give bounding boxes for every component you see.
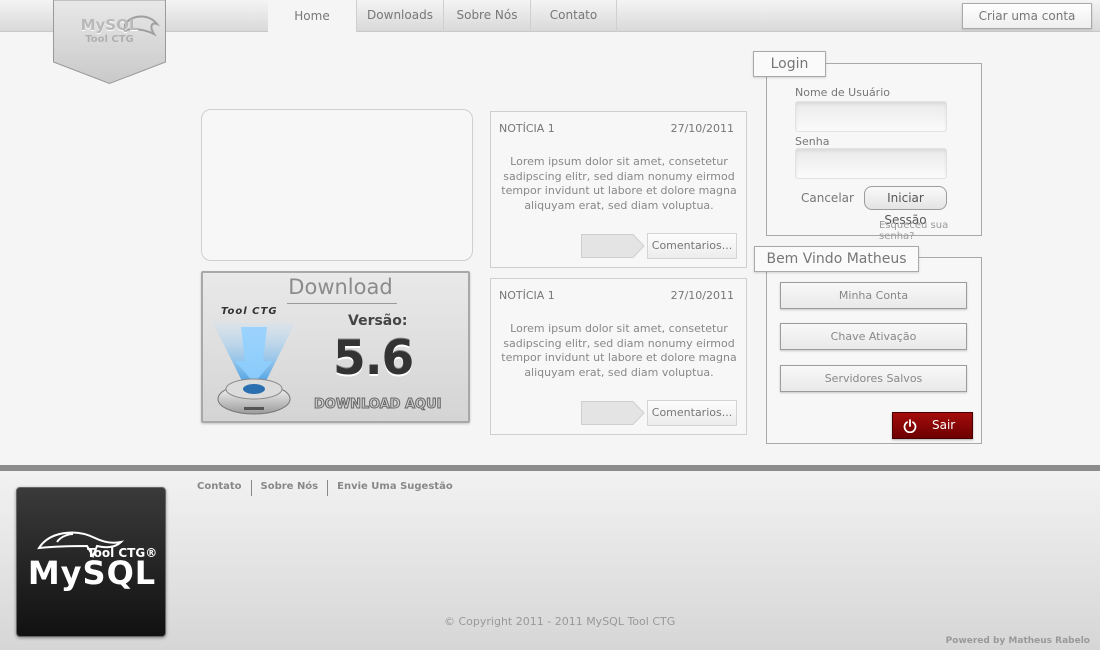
user-panel: Minha Conta Chave Ativação Servidores Sa… [766, 257, 982, 444]
logo-title: MySQL [80, 16, 139, 34]
download-title: Download [288, 275, 393, 299]
main-nav: Home Downloads Sobre Nós Contato [268, 0, 617, 33]
activation-key-button[interactable]: Chave Ativação [780, 323, 967, 350]
news-date: 27/10/2011 [670, 122, 734, 135]
footer-link-sugestao[interactable]: Envie Uma Sugestão [327, 480, 462, 496]
comments-button[interactable]: Comentarios... [647, 233, 737, 259]
download-cta[interactable]: DOWNLOAD AQUI [313, 397, 441, 413]
version-number: 5.6 [333, 331, 414, 386]
tab-downloads[interactable]: Downloads [356, 0, 443, 32]
download-panel[interactable]: Download Tool CTG Versão: 5.6 DOWNLOAD A… [201, 271, 470, 423]
login-button[interactable]: Iniciar Sessão [864, 186, 947, 227]
download-divider [287, 303, 397, 304]
cancel-link[interactable]: Cancelar [801, 191, 854, 205]
footer-logo-title: MySQL [27, 554, 157, 592]
download-device-icon [213, 323, 295, 415]
banner-slider[interactable] [201, 109, 473, 261]
copyright: © Copyright 2011 - 2011 MySQL Tool CTG [444, 615, 676, 628]
news-title: NOTÍCIA 1 [499, 122, 555, 135]
login-panel: Nome de Usuário Senha Cancelar Iniciar S… [766, 63, 982, 242]
tab-home[interactable]: Home [268, 0, 356, 33]
forgot-password-link[interactable]: Esqueceu sua senha? [879, 220, 981, 242]
logout-label: Sair [932, 418, 956, 432]
logo[interactable]: MySQL Tool CTG [53, 0, 166, 84]
my-account-button[interactable]: Minha Conta [780, 282, 967, 309]
download-brand: Tool CTG [221, 306, 278, 317]
logo-subtitle: Tool CTG [85, 34, 134, 45]
footer-links: Contato Sobre Nós Envie Uma Sugestão [188, 480, 462, 496]
footer-link-contato[interactable]: Contato [188, 480, 251, 496]
version-label: Versão: [348, 313, 408, 329]
footer: Tool CTG® MySQL Contato Sobre Nós Envie … [0, 471, 1100, 650]
password-label: Senha [795, 135, 830, 148]
username-field[interactable] [795, 101, 947, 132]
logout-button[interactable]: Sair [892, 412, 973, 439]
footer-link-sobre-nos[interactable]: Sobre Nós [250, 480, 328, 496]
powered-by: Powered by Matheus Rabelo [945, 636, 1090, 646]
comments-button[interactable]: Comentarios... [647, 400, 737, 426]
login-tab: Login [753, 51, 826, 77]
news-card: NOTÍCIA 1 27/10/2011 Lorem ipsum dolor s… [490, 111, 747, 268]
footer-logo: Tool CTG® MySQL [16, 487, 166, 637]
news-body: Lorem ipsum dolor sit amet, consetetur s… [501, 322, 737, 379]
news-body: Lorem ipsum dolor sit amet, consetetur s… [501, 155, 737, 212]
arrow-right-icon [581, 401, 645, 425]
tab-sobre-nos[interactable]: Sobre Nós [443, 0, 530, 32]
create-account-button[interactable]: Criar uma conta [962, 3, 1092, 29]
power-icon [903, 419, 917, 433]
news-date: 27/10/2011 [670, 289, 734, 302]
news-card: NOTÍCIA 1 27/10/2011 Lorem ipsum dolor s… [490, 278, 747, 435]
arrow-right-icon [581, 234, 645, 258]
password-field[interactable] [795, 148, 947, 179]
username-label: Nome de Usuário [795, 86, 890, 99]
news-title: NOTÍCIA 1 [499, 289, 555, 302]
tab-contato[interactable]: Contato [530, 0, 617, 32]
saved-servers-button[interactable]: Servidores Salvos [780, 365, 967, 392]
welcome-tab: Bem Vindo Matheus [754, 246, 919, 272]
